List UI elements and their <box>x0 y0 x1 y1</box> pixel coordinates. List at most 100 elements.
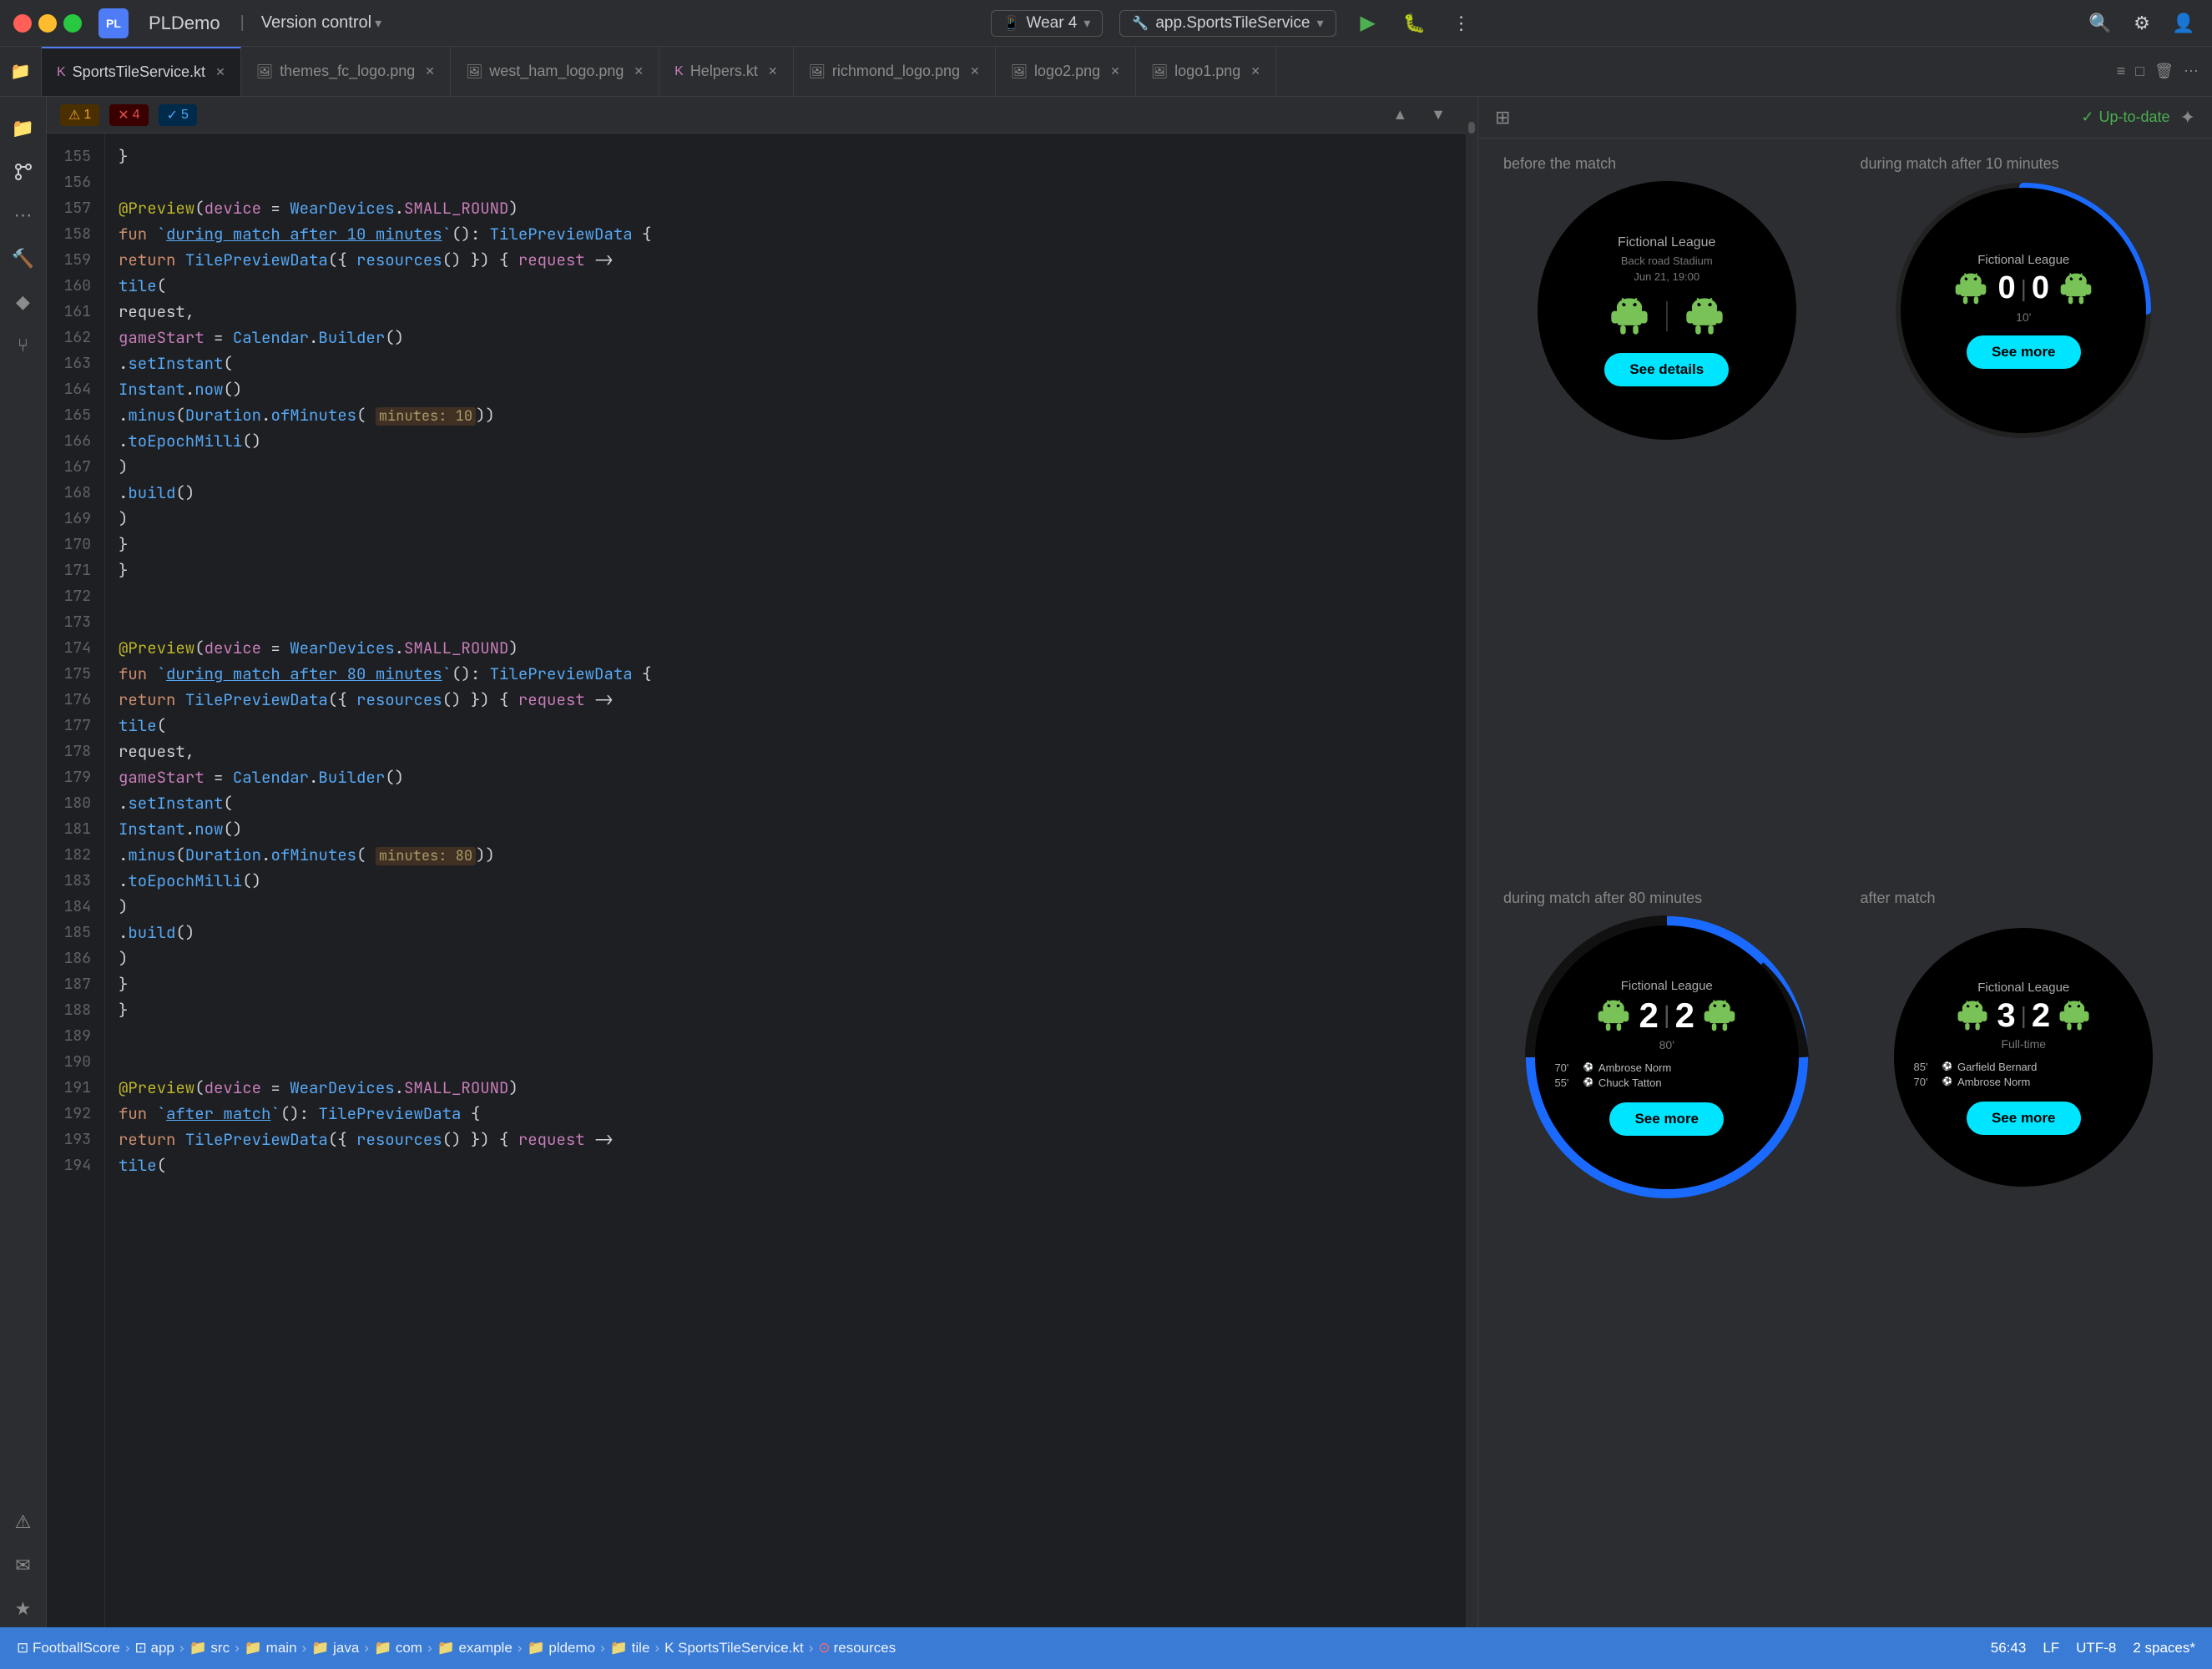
breadcrumb-footballscore[interactable]: ⊡ FootballScore <box>17 1640 120 1656</box>
profile-icon[interactable]: 👤 <box>2169 8 2199 38</box>
settings-icon[interactable]: ⚙ <box>2127 8 2157 38</box>
service-selector[interactable]: 🔧 app.SportsTileService ▾ <box>1119 10 1336 37</box>
tab-logo1[interactable]: 🖼 logo1.png ✕ <box>1136 47 1276 97</box>
event-1-after: 85' ⚽ Garfield Bernard <box>1914 1061 2134 1073</box>
minimize-button[interactable] <box>38 14 57 33</box>
breadcrumb-app[interactable]: ⊡ app <box>135 1640 174 1656</box>
preview-more-icon[interactable]: ✦ <box>2180 107 2195 129</box>
line-sep[interactable]: LF <box>2043 1640 2059 1656</box>
code-line-186: ) <box>119 945 1466 971</box>
editor-area: ⚠1 ✕4 ✓5 ▲ ▼ 155 156 157 158 159 160 161… <box>47 97 1466 1627</box>
fullscreen-button[interactable] <box>63 14 82 33</box>
warning-badge[interactable]: ⚠1 <box>60 104 99 126</box>
events-after: 85' ⚽ Garfield Bernard 70' ⚽ Ambrose Nor… <box>1914 1058 2134 1091</box>
cursor-position[interactable]: 56:43 <box>1991 1640 2027 1656</box>
tab-overflow[interactable]: ≡□🗑⋯ <box>2103 63 2212 80</box>
collapse-down[interactable]: ▼ <box>1424 103 1452 127</box>
watch-date-before: Jun 21, 19:00 <box>1634 270 1699 283</box>
tab-sports-tile[interactable]: K SportsTileService.kt ✕ <box>42 47 241 97</box>
close-button[interactable] <box>13 14 32 33</box>
breadcrumb-tile[interactable]: 📁 tile <box>610 1640 650 1656</box>
version-control[interactable]: Version control ▾ <box>261 13 381 33</box>
sidebar-icon-star[interactable]: ★ <box>5 1591 42 1627</box>
tab-close-west-ham[interactable]: ✕ <box>634 64 644 78</box>
sidebar-icon-warn[interactable]: ⚠ <box>5 1504 42 1540</box>
watch-venue-before: Back road Stadium <box>1621 255 1713 267</box>
tab-helpers[interactable]: K Helpers.kt ✕ <box>659 47 793 97</box>
score-right-during80: 2 <box>1675 996 1694 1036</box>
indent[interactable]: 2 spaces* <box>2133 1640 2195 1656</box>
breadcrumb-main[interactable]: 📁 main <box>245 1640 297 1656</box>
watch-during10-container: Fictional League <box>1894 181 2153 440</box>
image-icon-4: 🖼 <box>1011 63 1028 80</box>
event-2-during80: 55' ⚽ Chuck Tatton <box>1554 1077 1779 1089</box>
code-line-164: Instant.now() <box>119 376 1466 402</box>
tab-themes-logo[interactable]: 🖼 themes_fc_logo.png ✕ <box>241 47 451 97</box>
sidebar-icon-diamond[interactable]: ◆ <box>5 284 42 320</box>
team-left-during10 <box>1952 270 1989 307</box>
tab-close-sports-tile[interactable]: ✕ <box>215 65 225 79</box>
wear-device-selector[interactable]: 📱 Wear 4 ▾ <box>991 10 1103 37</box>
breadcrumb-resources[interactable]: ⊙ resources <box>818 1640 896 1656</box>
search-icon[interactable]: 🔍 <box>2085 8 2115 38</box>
score-left-after: 3 <box>1997 997 2015 1035</box>
editor-toolbar: ⚠1 ✕4 ✓5 ▲ ▼ <box>47 97 1466 134</box>
breadcrumb-com[interactable]: 📁 com <box>374 1640 422 1656</box>
code-line-165: .minus(Duration.ofMinutes( minutes: 10)) <box>119 402 1466 428</box>
breadcrumb-example[interactable]: 📁 example <box>437 1640 513 1656</box>
tab-close-logo1[interactable]: ✕ <box>1250 64 1260 78</box>
breadcrumb-java[interactable]: 📁 java <box>311 1640 359 1656</box>
code-line-189 <box>119 1023 1466 1049</box>
sidebar-icon-more[interactable]: ⋯ <box>5 197 42 234</box>
team-right-after <box>2057 998 2092 1033</box>
sidebar-icon-git[interactable] <box>5 154 42 190</box>
code-line-176: return TilePreviewData({ resources() }) … <box>119 687 1466 713</box>
panel-icon[interactable]: ⊞ <box>1495 107 1510 129</box>
breadcrumb-src[interactable]: 📁 src <box>189 1640 230 1656</box>
info-badge[interactable]: ✓5 <box>159 104 197 126</box>
code-line-181: Instant.now() <box>119 816 1466 842</box>
sidebar-icon-hammer[interactable]: 🔨 <box>5 240 42 277</box>
sidebar-icon-branch[interactable]: ⑂ <box>5 327 42 364</box>
tab-logo2[interactable]: 🖼 logo2.png ✕ <box>996 47 1136 97</box>
run-button[interactable]: ▶ <box>1353 8 1383 38</box>
app-logo: PL <box>98 8 129 38</box>
debug-button[interactable]: 🐛 <box>1400 8 1430 38</box>
code-line-191: @Preview(device = WearDevices.SMALL_ROUN… <box>119 1075 1466 1101</box>
see-more-button-after[interactable]: See more <box>1967 1102 2081 1135</box>
title-center: 📱 Wear 4 ▾ 🔧 app.SportsTileService ▾ ▶ 🐛… <box>398 8 2068 38</box>
see-more-button-during10[interactable]: See more <box>1967 335 2081 369</box>
see-more-button-during80[interactable]: See more <box>1609 1102 1724 1136</box>
preview-label-before: before the match <box>1495 155 1616 173</box>
file-manager-button[interactable]: 📁 <box>0 47 42 97</box>
tab-west-ham[interactable]: 🖼 west_ham_logo.png ✕ <box>451 47 659 97</box>
image-icon-5: 🖼 <box>1151 63 1168 80</box>
tab-close-themes[interactable]: ✕ <box>425 64 435 78</box>
watch-during80: Fictional League <box>1535 925 1799 1189</box>
preview-cell-during10: during match after 10 minutes Fictional … <box>1852 155 2196 876</box>
tab-richmond[interactable]: 🖼 richmond_logo.png ✕ <box>794 47 996 97</box>
preview-toolbar: ⊞ ✓ Up-to-date ✦ <box>1478 97 2212 139</box>
sidebar-icon-mail[interactable]: ✉ <box>5 1547 42 1584</box>
breadcrumb-file[interactable]: K SportsTileService.kt <box>664 1640 804 1656</box>
code-line-183: .toEpochMilli() <box>119 868 1466 894</box>
league-during80: Fictional League <box>1621 979 1713 993</box>
code-content[interactable]: 155 156 157 158 159 160 161 162 163 164 … <box>47 134 1466 1627</box>
editor-scrollbar[interactable] <box>1466 97 1477 1627</box>
code-line-168: .build() <box>119 480 1466 506</box>
sidebar-icon-folder[interactable]: 📁 <box>5 110 42 147</box>
code-line-166: .toEpochMilli() <box>119 428 1466 454</box>
tab-close-helpers[interactable]: ✕ <box>768 64 778 78</box>
collapse-up[interactable]: ▲ <box>1386 103 1414 127</box>
team-right-during80 <box>1701 997 1738 1034</box>
breadcrumb-pldemo[interactable]: 📁 pldemo <box>527 1640 595 1656</box>
kotlin-icon-2: K <box>674 64 684 79</box>
see-details-button[interactable]: See details <box>1604 353 1729 386</box>
code-line-178: request, <box>119 739 1466 764</box>
encoding[interactable]: UTF-8 <box>2076 1640 2116 1656</box>
watch-after-container: Fictional League <box>1894 915 2153 1199</box>
error-badge[interactable]: ✕4 <box>109 104 148 126</box>
tab-close-richmond[interactable]: ✕ <box>970 64 980 78</box>
more-button[interactable]: ⋮ <box>1447 8 1477 38</box>
tab-close-logo2[interactable]: ✕ <box>1110 64 1120 78</box>
